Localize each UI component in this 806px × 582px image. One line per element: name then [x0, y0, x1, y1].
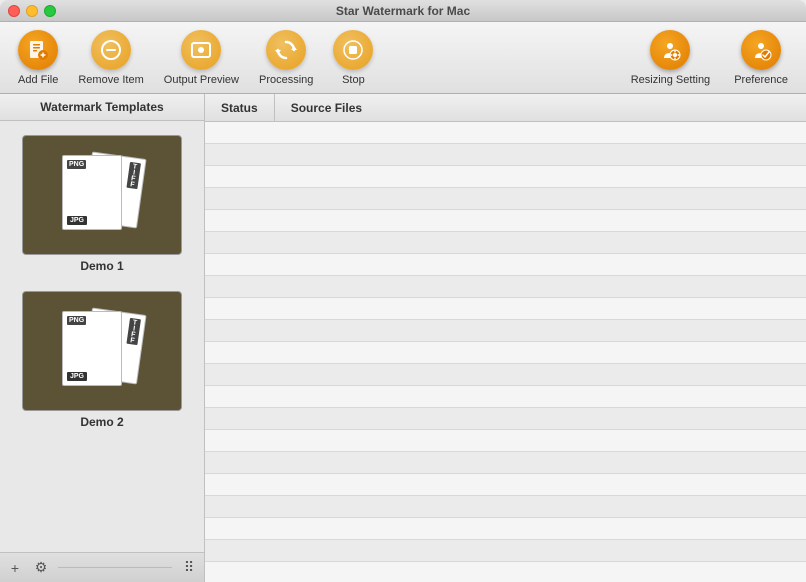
- sidebar: Watermark Templates TIFF PNG JPG: [0, 94, 205, 582]
- template-thumb-demo1: TIFF PNG JPG: [22, 135, 182, 255]
- table-row: [205, 144, 806, 166]
- stop-label: Stop: [342, 74, 365, 86]
- toolbar-left: Add File Remove Item Output Preview: [8, 24, 617, 92]
- template-demo2-label: Demo 2: [80, 415, 123, 429]
- table-row: [205, 386, 806, 408]
- resizing-setting-button[interactable]: Resizing Setting: [621, 24, 721, 92]
- resizing-setting-icon: [650, 30, 690, 70]
- resizing-setting-label: Resizing Setting: [631, 74, 711, 86]
- sidebar-header: Watermark Templates: [0, 94, 204, 121]
- processing-label: Processing: [259, 74, 313, 86]
- settings-button[interactable]: ⚙: [32, 559, 50, 577]
- table-row: [205, 518, 806, 540]
- toolbar: Add File Remove Item Output Preview: [0, 22, 806, 94]
- stop-button[interactable]: Stop: [323, 24, 383, 92]
- preference-button[interactable]: Preference: [724, 24, 798, 92]
- template-thumb-demo2: TIFF PNG JPG: [22, 291, 182, 411]
- add-file-button[interactable]: Add File: [8, 24, 68, 92]
- table-row: [205, 276, 806, 298]
- main-header: Status Source Files: [205, 94, 806, 122]
- content-area: Watermark Templates TIFF PNG JPG: [0, 94, 806, 582]
- app-title: Star Watermark for Mac: [336, 4, 470, 18]
- table-row: [205, 188, 806, 210]
- template-item-demo2[interactable]: TIFF PNG JPG Demo 2: [10, 287, 194, 433]
- template-demo1-label: Demo 1: [80, 259, 123, 273]
- preference-label: Preference: [734, 74, 788, 86]
- table-row: [205, 452, 806, 474]
- add-template-button[interactable]: +: [6, 559, 24, 577]
- preference-icon: [741, 30, 781, 70]
- table-row: [205, 298, 806, 320]
- close-button[interactable]: [8, 5, 20, 17]
- table-row: [205, 496, 806, 518]
- traffic-lights: [8, 5, 56, 17]
- bottom-divider: [58, 567, 172, 568]
- table-row: [205, 430, 806, 452]
- processing-icon: [266, 30, 306, 70]
- title-bar: Star Watermark for Mac: [0, 0, 806, 22]
- table-row: [205, 210, 806, 232]
- table-row: [205, 320, 806, 342]
- table-row: [205, 474, 806, 496]
- output-preview-button[interactable]: Output Preview: [154, 24, 249, 92]
- main-content: [205, 122, 806, 582]
- stop-icon: [333, 30, 373, 70]
- table-row: [205, 408, 806, 430]
- main-panel: Status Source Files: [205, 94, 806, 582]
- maximize-button[interactable]: [44, 5, 56, 17]
- toolbar-right: Resizing Setting Preference: [621, 24, 798, 92]
- remove-item-button[interactable]: Remove Item: [68, 24, 153, 92]
- source-files-column-header: Source Files: [275, 94, 378, 121]
- output-preview-icon: [181, 30, 221, 70]
- add-file-icon: [18, 30, 58, 70]
- remove-item-icon: [91, 30, 131, 70]
- processing-button[interactable]: Processing: [249, 24, 323, 92]
- resize-handle[interactable]: ⠿: [180, 559, 198, 577]
- table-row: [205, 232, 806, 254]
- minimize-button[interactable]: [26, 5, 38, 17]
- table-row: [205, 342, 806, 364]
- table-row: [205, 166, 806, 188]
- sidebar-bottom: + ⚙ ⠿: [0, 552, 204, 582]
- table-row: [205, 364, 806, 386]
- output-preview-label: Output Preview: [164, 74, 239, 86]
- remove-item-label: Remove Item: [78, 74, 143, 86]
- template-item-demo1[interactable]: TIFF PNG JPG Demo 1: [10, 131, 194, 277]
- sidebar-content: TIFF PNG JPG Demo 1: [0, 121, 204, 552]
- table-row: [205, 562, 806, 582]
- table-row: [205, 540, 806, 562]
- add-file-label: Add File: [18, 74, 58, 86]
- table-row: [205, 254, 806, 276]
- file-stack-demo2: TIFF PNG JPG: [57, 306, 147, 396]
- table-row: [205, 122, 806, 144]
- file-stack-demo1: TIFF PNG JPG: [57, 150, 147, 240]
- status-column-header: Status: [205, 94, 275, 121]
